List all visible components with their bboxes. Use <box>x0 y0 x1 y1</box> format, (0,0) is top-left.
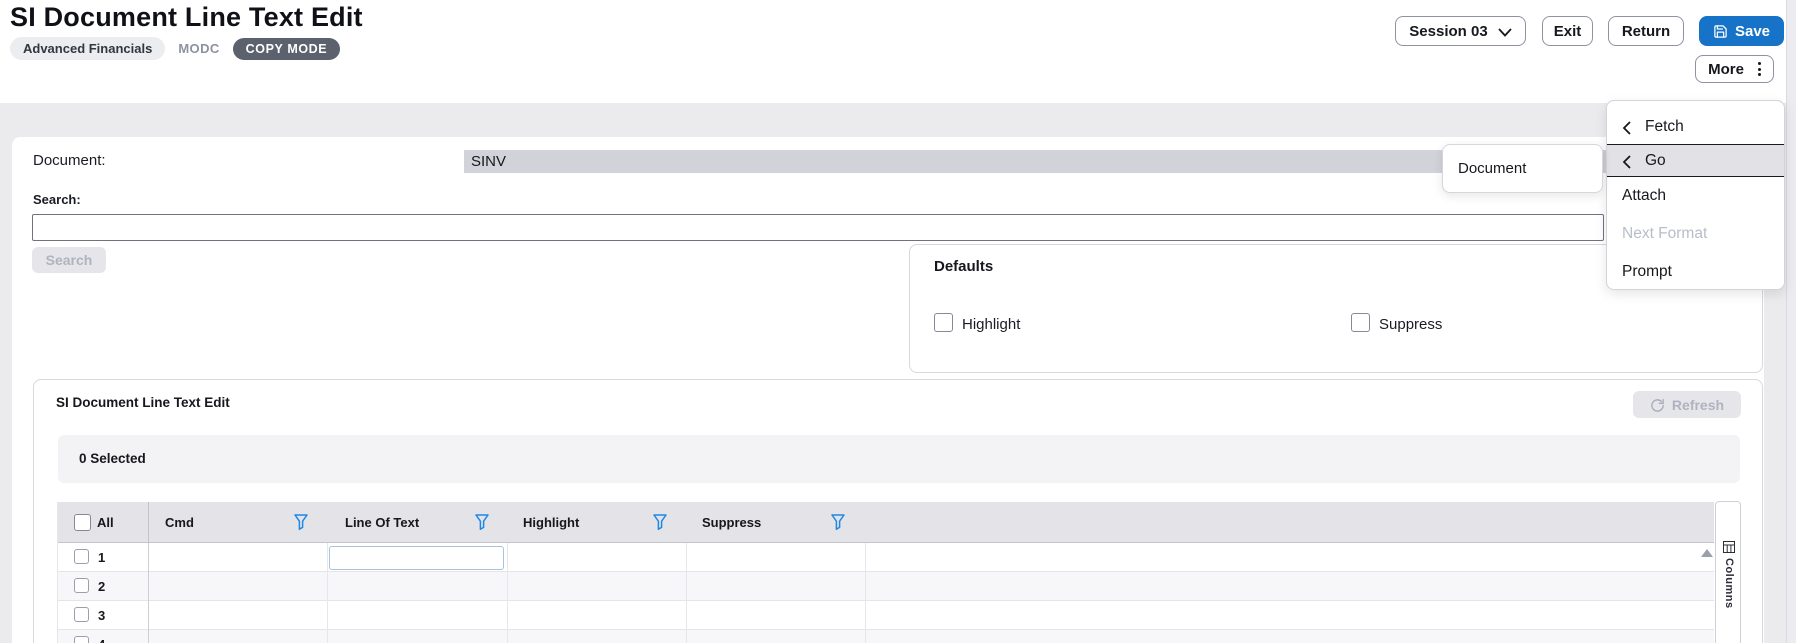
column-divider <box>148 543 149 643</box>
row-number: 1 <box>98 550 106 565</box>
exit-label: Exit <box>1553 22 1582 40</box>
highlight-label: Highlight <box>962 316 1021 333</box>
search-label: Search: <box>33 192 81 207</box>
refresh-button[interactable]: Refresh <box>1633 391 1741 418</box>
select-all-label: All <box>97 515 114 530</box>
more-button[interactable]: More <box>1695 55 1774 83</box>
menu-item-label: Fetch <box>1645 117 1684 135</box>
columns-icon <box>1723 540 1735 558</box>
save-button[interactable]: Save <box>1699 16 1784 46</box>
menu-item-label: Go <box>1645 151 1666 169</box>
chevron-down-icon <box>1498 28 1512 37</box>
row-select-checkbox[interactable] <box>74 549 89 564</box>
menu-item-label: Prompt <box>1622 263 1672 280</box>
return-label: Return <box>1621 22 1671 40</box>
filter-icon[interactable] <box>294 514 308 535</box>
column-header-line-of-text: Line Of Text <box>345 515 420 530</box>
filter-icon[interactable] <box>831 514 845 535</box>
chevron-left-icon <box>1622 154 1631 169</box>
grid-title: SI Document Line Text Edit <box>56 395 230 410</box>
more-vertical-icon <box>1757 62 1761 76</box>
return-button[interactable]: Return <box>1608 16 1684 46</box>
save-icon <box>1713 24 1728 39</box>
selected-count: 0 Selected <box>79 451 146 466</box>
more-dropdown-menu: Fetch Go Attach Next Format Prompt <box>1606 100 1785 290</box>
row-number: 4 <box>98 630 105 643</box>
app-window: SI Document Line Text Edit Advanced Fina… <box>0 0 1796 643</box>
menu-item-go[interactable]: Go <box>1607 144 1784 177</box>
filter-icon[interactable] <box>475 514 489 535</box>
highlight-checkbox[interactable] <box>934 313 953 332</box>
row-select-checkbox[interactable] <box>74 578 89 593</box>
table-body: 1 2 3 4 <box>58 543 1714 643</box>
copy-mode-badge: COPY MODE <box>232 37 341 60</box>
table-row[interactable]: 3 <box>58 601 1714 630</box>
data-table: All Cmd Line Of Text Highlight Suppress … <box>57 502 1714 643</box>
columns-label: Columns <box>1723 558 1735 609</box>
column-divider <box>327 543 328 643</box>
menu-item-attach[interactable]: Attach <box>1607 177 1784 215</box>
menu-item-fetch[interactable]: Fetch <box>1607 109 1784 144</box>
column-divider <box>148 502 149 543</box>
session-dropdown-button[interactable]: Session 03 <box>1395 16 1526 46</box>
table-row[interactable]: 4 <box>58 630 1714 643</box>
scroll-up-icon[interactable] <box>1701 549 1713 557</box>
suppress-checkbox[interactable] <box>1351 313 1370 332</box>
menu-item-next-format: Next Format <box>1607 215 1784 253</box>
search-button-label: Search <box>45 252 93 268</box>
row-select-checkbox[interactable] <box>74 607 89 622</box>
go-submenu: Document <box>1442 144 1603 193</box>
line-of-text-cell-input[interactable] <box>329 546 504 570</box>
columns-button[interactable]: Columns <box>1715 501 1741 643</box>
select-all-checkbox[interactable] <box>74 514 91 531</box>
defaults-title: Defaults <box>934 258 994 275</box>
code-badge: MODC <box>178 41 220 56</box>
module-badge: Advanced Financials <box>10 37 166 60</box>
column-divider <box>865 543 866 643</box>
table-row[interactable]: 1 <box>58 543 1714 572</box>
filter-icon[interactable] <box>653 514 667 535</box>
page-scrollbar[interactable] <box>1786 0 1796 643</box>
menu-item-prompt[interactable]: Prompt <box>1607 253 1784 291</box>
badge-row: Advanced Financials MODC COPY MODE <box>10 37 341 60</box>
app-header: SI Document Line Text Edit Advanced Fina… <box>0 0 1796 103</box>
menu-item-label: Attach <box>1622 187 1666 204</box>
session-label: Session 03 <box>1409 22 1488 40</box>
refresh-label: Refresh <box>1671 396 1725 413</box>
column-divider <box>686 543 687 643</box>
exit-button[interactable]: Exit <box>1542 16 1593 46</box>
row-number: 2 <box>98 579 106 594</box>
column-header-highlight: Highlight <box>523 515 580 530</box>
save-label: Save <box>1734 22 1771 40</box>
table-row[interactable]: 2 <box>58 572 1714 601</box>
page-title: SI Document Line Text Edit <box>10 2 363 32</box>
column-header-cmd: Cmd <box>165 515 194 530</box>
refresh-icon <box>1650 398 1665 413</box>
column-divider <box>507 543 508 643</box>
document-label: Document: <box>33 152 106 169</box>
table-header-row: All Cmd Line Of Text Highlight Suppress <box>58 502 1714 543</box>
suppress-label: Suppress <box>1379 316 1443 333</box>
row-number: 3 <box>98 608 106 623</box>
selected-bar: 0 Selected <box>58 435 1740 483</box>
row-select-checkbox[interactable] <box>74 636 89 643</box>
grid-panel: SI Document Line Text Edit Refresh 0 Sel… <box>33 379 1763 643</box>
more-label: More <box>1708 60 1744 78</box>
search-input[interactable] <box>32 214 1604 241</box>
search-button[interactable]: Search <box>32 247 106 273</box>
menu-item-label: Next Format <box>1622 225 1708 242</box>
submenu-item-document[interactable]: Document <box>1458 160 1526 177</box>
column-header-suppress: Suppress <box>702 515 762 530</box>
chevron-left-icon <box>1622 120 1631 135</box>
